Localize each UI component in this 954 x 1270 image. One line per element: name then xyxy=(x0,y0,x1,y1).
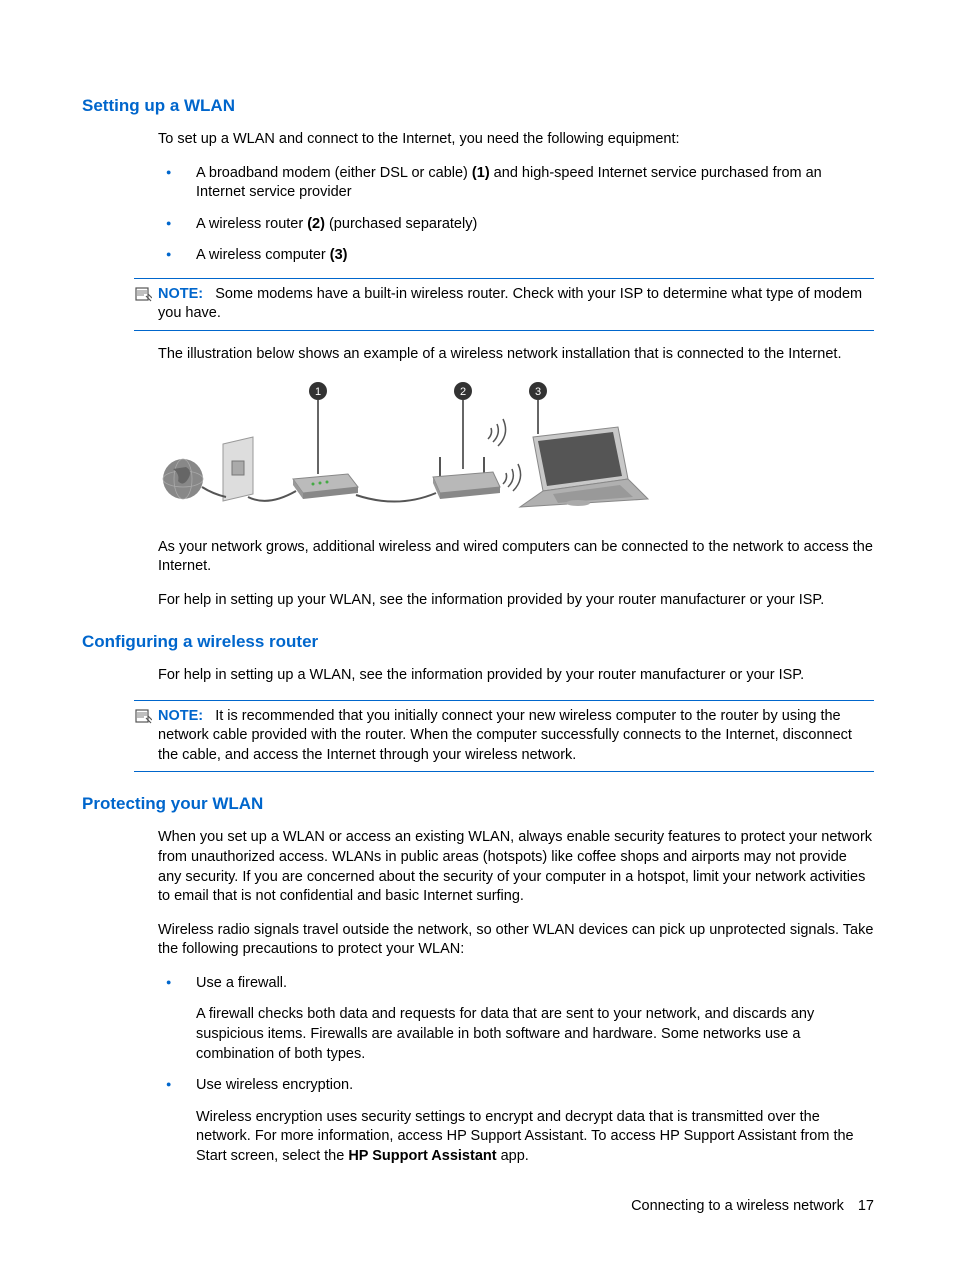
callout-1: 1 xyxy=(315,386,321,398)
globe-icon xyxy=(163,459,203,499)
equipment-list: A broadband modem (either DSL or cable) … xyxy=(158,164,874,266)
text: A wireless router xyxy=(196,216,307,232)
note-label: NOTE: xyxy=(158,708,203,724)
laptop-icon xyxy=(520,427,648,507)
callout-3: 3 xyxy=(535,386,541,398)
note-body: Some modems have a built-in wireless rou… xyxy=(158,286,862,322)
router-icon xyxy=(433,457,500,499)
section3-p2: Wireless radio signals travel outside th… xyxy=(158,921,874,960)
list-item: A wireless computer (3) xyxy=(158,246,874,266)
text: Use a firewall. xyxy=(196,975,287,991)
text: (purchased separately) xyxy=(325,216,477,232)
callout-ref: (2) xyxy=(307,216,325,232)
text: A broadband modem (either DSL or cable) xyxy=(196,165,472,181)
sub-text: A firewall checks both data and requests… xyxy=(196,1005,874,1064)
footer-text: Connecting to a wireless network xyxy=(631,1198,844,1214)
note-box: NOTE: Some modems have a built-in wirele… xyxy=(134,278,874,331)
wall-jack-icon xyxy=(223,437,253,501)
note-box: NOTE: It is recommended that you initial… xyxy=(134,700,874,773)
precautions-list: Use a firewall. A firewall checks both d… xyxy=(158,974,874,1167)
page-number: 17 xyxy=(858,1198,874,1214)
callout-ref: (3) xyxy=(330,247,348,263)
note-text: NOTE: It is recommended that you initial… xyxy=(158,707,874,766)
section3-p1: When you set up a WLAN or access an exis… xyxy=(158,828,874,906)
note-body: It is recommended that you initially con… xyxy=(158,708,852,763)
page-footer: Connecting to a wireless network 17 xyxy=(631,1198,874,1214)
text: Use wireless encryption. xyxy=(196,1077,353,1093)
app-name: HP Support Assistant xyxy=(348,1148,496,1164)
list-item: Use wireless encryption. Wireless encryp… xyxy=(158,1076,874,1166)
section1-p2: The illustration below shows an example … xyxy=(158,345,874,365)
note-icon xyxy=(134,285,152,308)
sub-text: Wireless encryption uses security settin… xyxy=(196,1108,874,1167)
callout-ref: (1) xyxy=(472,165,490,181)
heading-configuring-router: Configuring a wireless router xyxy=(82,632,874,652)
network-diagram: 1 2 3 xyxy=(158,379,874,524)
list-item: A broadband modem (either DSL or cable) … xyxy=(158,164,874,203)
modem-icon xyxy=(293,474,358,499)
list-item: Use a firewall. A firewall checks both d… xyxy=(158,974,874,1064)
note-label: NOTE: xyxy=(158,286,203,302)
note-icon xyxy=(134,707,152,730)
text: app. xyxy=(497,1148,529,1164)
text: A wireless computer xyxy=(196,247,330,263)
note-text: NOTE: Some modems have a built-in wirele… xyxy=(158,285,874,324)
heading-setting-up-wlan: Setting up a WLAN xyxy=(82,96,874,116)
list-item: A wireless router (2) (purchased separat… xyxy=(158,215,874,235)
section1-intro: To set up a WLAN and connect to the Inte… xyxy=(158,130,874,150)
section1-p3: As your network grows, additional wirele… xyxy=(158,538,874,577)
heading-protecting-wlan: Protecting your WLAN xyxy=(82,794,874,814)
section1-p4: For help in setting up your WLAN, see th… xyxy=(158,591,874,611)
callout-2: 2 xyxy=(460,386,466,398)
section2-p1: For help in setting up a WLAN, see the i… xyxy=(158,666,874,686)
